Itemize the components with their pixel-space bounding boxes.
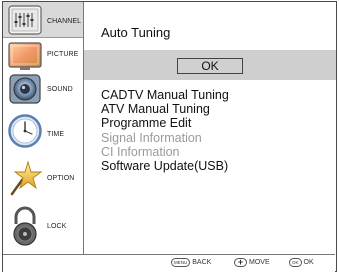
sidebar-item-sound[interactable]: SOUND xyxy=(3,72,83,108)
star-icon xyxy=(10,160,42,196)
sidebar-item-option[interactable]: OPTION xyxy=(3,156,83,202)
sidebar-item-picture[interactable]: PICTURE xyxy=(3,39,83,71)
dpad-icon: + xyxy=(234,258,247,267)
menu-item-cadtv-manual-tuning[interactable]: CADTV Manual Tuning xyxy=(101,88,229,102)
ok-hint: OK OK xyxy=(289,258,314,267)
auto-tuning-item[interactable]: Auto Tuning xyxy=(101,25,170,40)
picture-icon xyxy=(8,42,42,70)
sidebar-item-label: OPTION xyxy=(47,175,75,182)
ok-band: OK xyxy=(84,50,336,80)
move-hint: + MOVE xyxy=(234,258,270,267)
ok-button[interactable]: OK xyxy=(177,58,243,74)
menu-item-atv-manual-tuning[interactable]: ATV Manual Tuning xyxy=(101,102,229,116)
menu-list: CADTV Manual Tuning ATV Manual Tuning Pr… xyxy=(101,88,229,173)
lock-icon xyxy=(13,206,37,246)
channel-menu-panel: Auto Tuning OK CADTV Manual Tuning ATV M… xyxy=(84,2,336,254)
sidebar-item-channel[interactable]: CHANNEL xyxy=(3,2,83,38)
footer-hints: MENU BACK + MOVE OK OK xyxy=(3,254,335,272)
channel-icon xyxy=(8,5,42,35)
sidebar-item-label: SOUND xyxy=(47,86,73,93)
ok-hint-label: OK xyxy=(303,259,314,266)
sidebar-item-label: PICTURE xyxy=(47,51,79,58)
sound-icon xyxy=(9,74,41,104)
menu-item-programme-edit[interactable]: Programme Edit xyxy=(101,116,229,130)
sidebar-item-label: CHANNEL xyxy=(47,18,82,25)
ok-key-icon: OK xyxy=(289,258,302,267)
sidebar-item-label: LOCK xyxy=(47,223,67,230)
move-hint-label: MOVE xyxy=(249,259,270,266)
menu-item-ci-information: CI Information xyxy=(101,144,180,159)
menu-item-software-update[interactable]: Software Update(USB) xyxy=(101,159,229,173)
menu-item-signal-information: Signal Information xyxy=(101,130,202,145)
sidebar-item-lock[interactable]: LOCK xyxy=(3,204,83,250)
title-band: Auto Tuning xyxy=(84,2,336,47)
sidebar-item-time[interactable]: TIME xyxy=(3,110,83,154)
sidebar: CHANNEL PICTURE SOUND TIME OPTION LOCK xyxy=(3,2,84,254)
clock-icon xyxy=(8,114,42,148)
menu-key-icon: MENU xyxy=(171,258,191,267)
tv-menu-window: CHANNEL PICTURE SOUND TIME OPTION LOCK A… xyxy=(2,1,337,272)
sidebar-item-label: TIME xyxy=(47,131,65,138)
back-hint: MENU BACK xyxy=(171,258,211,267)
back-hint-label: BACK xyxy=(192,259,212,266)
